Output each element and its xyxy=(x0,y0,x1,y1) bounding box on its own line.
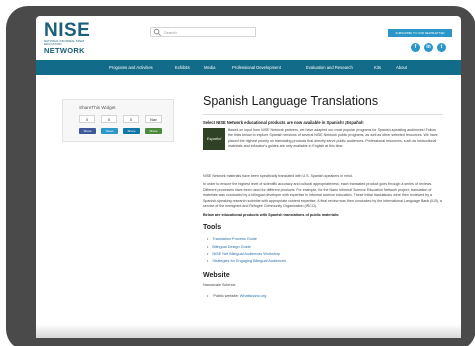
intro-paragraph: Based on input from NISE Network partner… xyxy=(228,128,438,149)
website-item-prefix: Public website: xyxy=(213,293,239,298)
search-input[interactable]: Search xyxy=(164,30,177,35)
logo-wordmark: NISE xyxy=(44,20,91,41)
linkedin-share-button[interactable]: Share xyxy=(123,128,140,134)
page-title: Spanish Language Translations xyxy=(203,94,379,108)
nav-about[interactable]: About xyxy=(396,60,407,75)
nav-evaluation-research[interactable]: Evaluation and Research xyxy=(306,60,353,75)
subscribe-button[interactable]: SUBSCRIBE TO OUR NEWSLETTER xyxy=(388,29,452,37)
share-widget-title: ShareThis Widget xyxy=(79,105,116,110)
main-nav: Programs and Activities Exhibits Media P… xyxy=(36,60,461,75)
linkedin-icon[interactable]: in xyxy=(424,43,433,52)
main-content: Spanish Language Translations Select NIS… xyxy=(203,94,443,300)
screen-bottom-fade xyxy=(36,324,461,338)
share-count: 0 xyxy=(101,115,117,123)
nav-kits[interactable]: Kits xyxy=(374,60,381,75)
facebook-share-button[interactable]: Share xyxy=(79,128,96,134)
intro-section: Español Based on input from NISE Network… xyxy=(203,128,443,171)
tools-list: Translation Process Guide Bilingual Desi… xyxy=(207,236,443,265)
tools-heading: Tools xyxy=(203,224,222,232)
website-heading: Website xyxy=(203,271,230,279)
tool-link[interactable]: Translation Process Guide xyxy=(207,236,443,243)
share-widget: ShareThis Widget 0 0 0 Nav Share Tweet S… xyxy=(62,99,174,142)
share-count: Nav xyxy=(145,115,162,123)
espanol-thumbnail: Español xyxy=(203,128,225,150)
facebook-icon[interactable]: f xyxy=(411,43,420,52)
tablet-frame: NISE NATIONAL INFORMAL STEM EDUCATION NE… xyxy=(6,6,475,346)
nav-professional-development[interactable]: Professional Development xyxy=(232,60,281,75)
website-list-item: Public website: Whatisnano.org xyxy=(207,293,443,300)
twitter-icon[interactable]: t xyxy=(437,43,446,52)
tool-link[interactable]: Strategies for Engaging Bilingual Audien… xyxy=(207,258,443,265)
nav-media[interactable]: Media xyxy=(204,60,215,75)
logo-network: NETWORK xyxy=(44,45,85,55)
share-count: 0 xyxy=(123,115,139,123)
nav-programs[interactable]: Programs and Activities xyxy=(109,60,153,75)
website-name: Nanoscale Science xyxy=(203,282,236,287)
paragraph-us-spanish: NISE Network materials have been specifi… xyxy=(203,174,353,178)
intro-headline: Select NISE Network educational products… xyxy=(203,120,364,125)
nav-exhibits[interactable]: Exhibits xyxy=(175,60,190,75)
tool-link[interactable]: NISE Net Bilingual Audiences Workshop xyxy=(207,251,443,258)
title-divider xyxy=(203,114,443,115)
products-intro: Below are educational products with Span… xyxy=(203,213,340,218)
paragraph-review-process: In order to ensure the highest level of … xyxy=(203,182,442,209)
tool-link[interactable]: Bilingual Design Guide xyxy=(207,244,443,251)
search-box[interactable]: Search xyxy=(150,27,256,37)
nise-logo[interactable]: NISE NATIONAL INFORMAL STEM EDUCATION NE… xyxy=(44,21,90,55)
generic-share-button[interactable]: Share xyxy=(145,128,162,134)
tweet-button[interactable]: Tweet xyxy=(101,128,118,134)
share-count: 0 xyxy=(79,115,95,123)
browser-screen: NISE NATIONAL INFORMAL STEM EDUCATION NE… xyxy=(36,16,461,338)
search-icon xyxy=(153,28,161,36)
website-link[interactable]: Whatisnano.org xyxy=(240,294,267,298)
